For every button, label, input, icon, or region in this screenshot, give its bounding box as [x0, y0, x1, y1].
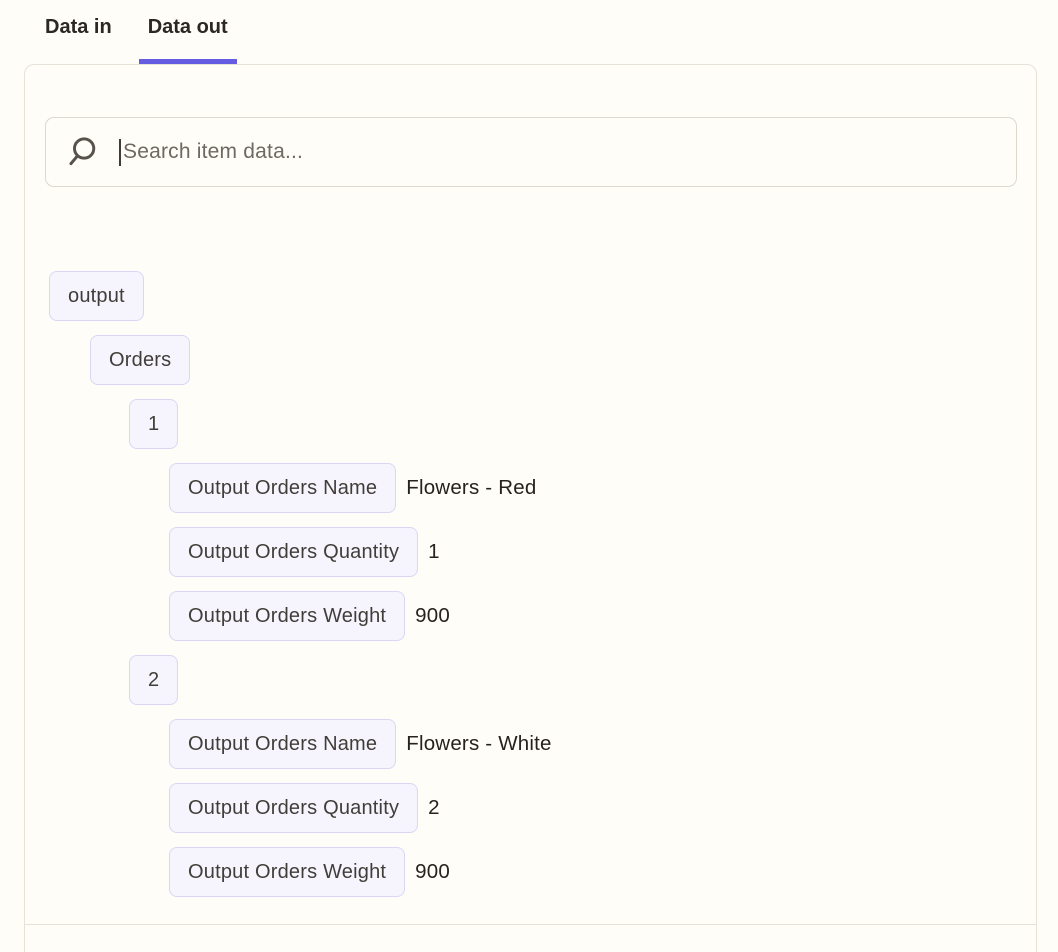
pill-output-orders-quantity[interactable]: Output Orders Quantity: [169, 783, 419, 833]
search-icon: [69, 137, 96, 166]
pill-output-orders-name[interactable]: Output Orders Name: [169, 719, 397, 769]
panel-divider: [25, 924, 1036, 925]
field-value: Flowers - White: [406, 732, 552, 755]
search-bar[interactable]: [45, 117, 1017, 187]
tree-row: Output Orders Weight 900: [169, 591, 1036, 641]
tree-row: Output Orders Name Flowers - Red: [169, 463, 1036, 513]
pill-order-index-2[interactable]: 2: [129, 655, 179, 705]
field-value: 1: [428, 540, 440, 563]
tree-row: 1: [129, 399, 1036, 449]
tree-row: 2: [129, 655, 1036, 705]
tree-row: Orders: [90, 335, 1036, 385]
pill-output[interactable]: output: [49, 271, 144, 321]
tab-data-in[interactable]: Data in: [36, 16, 121, 64]
tab-data-out[interactable]: Data out: [138, 16, 237, 64]
field-value: 2: [428, 796, 440, 819]
tree-row: Output Orders Weight 900: [169, 847, 1036, 897]
pill-output-orders-weight[interactable]: Output Orders Weight: [169, 591, 406, 641]
pill-output-orders-quantity[interactable]: Output Orders Quantity: [169, 527, 419, 577]
pill-output-orders-name[interactable]: Output Orders Name: [169, 463, 397, 513]
tab-bar: Data in Data out: [0, 0, 1058, 64]
data-tree: output Orders 1 Output Orders Name Flowe…: [49, 271, 1036, 897]
data-out-panel: output Orders 1 Output Orders Name Flowe…: [24, 64, 1037, 952]
tree-row: Output Orders Quantity 2: [169, 783, 1036, 833]
tree-row: output: [49, 271, 1036, 321]
search-input[interactable]: [123, 140, 1016, 164]
pill-order-index-1[interactable]: 1: [129, 399, 179, 449]
text-cursor: [119, 138, 121, 166]
pill-orders[interactable]: Orders: [90, 335, 191, 385]
tree-row: Output Orders Name Flowers - White: [169, 719, 1036, 769]
field-value: 900: [415, 860, 450, 883]
tree-row: Output Orders Quantity 1: [169, 527, 1036, 577]
field-value: 900: [415, 604, 450, 627]
field-value: Flowers - Red: [406, 476, 537, 499]
pill-output-orders-weight[interactable]: Output Orders Weight: [169, 847, 406, 897]
